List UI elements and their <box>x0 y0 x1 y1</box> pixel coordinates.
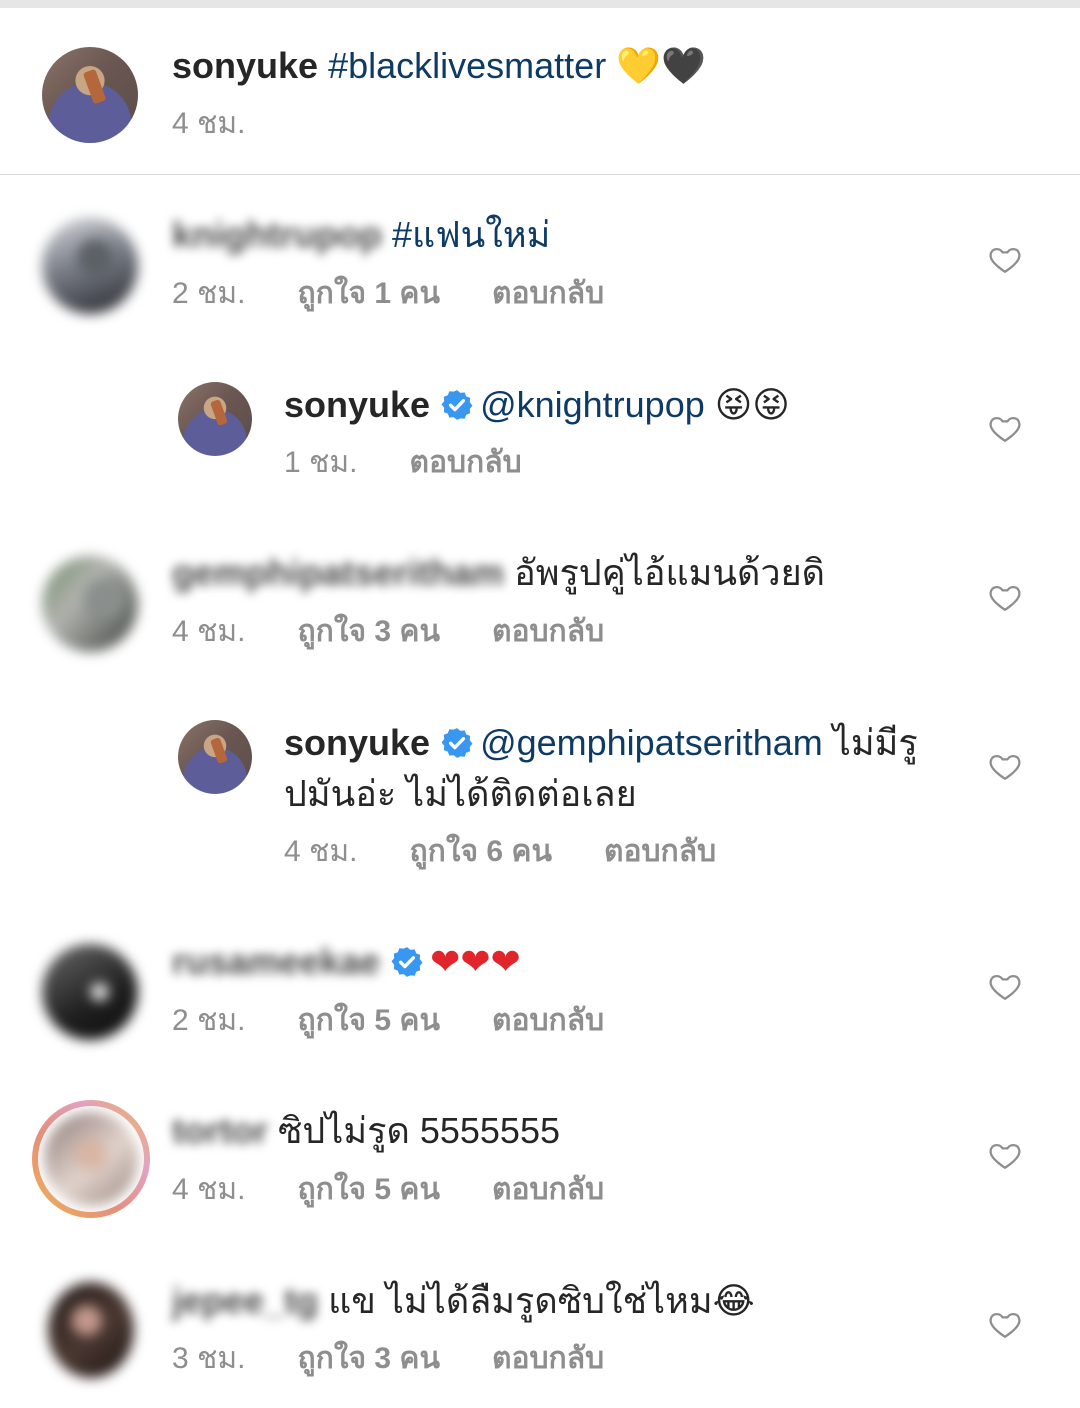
comment-hashtag[interactable]: #แฟนใหม่ <box>392 214 550 255</box>
commenter-avatar[interactable] <box>48 1282 134 1378</box>
likes-count[interactable]: ถูกใจ 6 คน <box>410 835 553 868</box>
comment-meta: 2 ชม. ถูกใจ 1 คน ตอบกลับ <box>172 276 656 312</box>
verified-badge-icon <box>441 390 473 420</box>
reply-body-continued: ปมันอ่ะ ไม่ได้ติดต่อเลย <box>284 773 637 814</box>
heart-outline-icon[interactable] <box>988 411 1022 445</box>
caption-emoji: 💛🖤 <box>616 45 706 86</box>
reply-meta: 4 ชม. ถูกใจ 6 คน ตอบกลับ <box>284 834 768 870</box>
commenter-avatar[interactable] <box>42 944 138 1040</box>
reply-body: ไม่มีรู <box>832 722 918 763</box>
reply-mention[interactable]: @gemphipatseritham <box>480 722 823 763</box>
commenter-avatar[interactable] <box>44 1112 138 1206</box>
comment-body: ซิปไม่รูด 5555555 <box>278 1110 560 1151</box>
reply-username[interactable]: sonyuke <box>284 384 430 425</box>
reply-button[interactable]: ตอบกลับ <box>492 1342 604 1375</box>
top-divider <box>0 0 1080 8</box>
reply-button[interactable]: ตอบกลับ <box>410 446 522 479</box>
heart-outline-icon[interactable] <box>988 580 1022 614</box>
caption-meta: 4 ชม. <box>172 106 298 142</box>
comment-username[interactable]: tortor <box>172 1110 268 1151</box>
comment-time: 4 ชม. <box>172 1173 246 1206</box>
reply-button[interactable]: ตอบกลับ <box>604 835 716 868</box>
reply-username[interactable]: sonyuke <box>284 722 430 763</box>
owner-avatar[interactable] <box>178 720 252 794</box>
reply-text: sonyuke @knightrupop 😝😝 <box>284 383 790 427</box>
heart-outline-icon[interactable] <box>988 242 1022 276</box>
likes-count[interactable]: ถูกใจ 3 คน <box>298 615 441 648</box>
comment-body: แข ไม่ได้ลืมรูดซิบใช่ไหม <box>328 1280 713 1321</box>
comment-meta: 4 ชม. ถูกใจ 3 คน ตอบกลับ <box>172 614 656 650</box>
commenter-avatar[interactable] <box>42 218 138 314</box>
comment-text: knightrupop #แฟนใหม่ <box>172 213 550 257</box>
heart-outline-icon[interactable] <box>988 969 1022 1003</box>
reply-mention[interactable]: @knightrupop <box>480 384 705 425</box>
comment-time: 2 ชม. <box>172 277 246 310</box>
comment-body: อัพรูปคู่ไอ้แมนด้วยดิ <box>514 552 826 593</box>
likes-count[interactable]: ถูกใจ 3 คน <box>298 1342 441 1375</box>
heart-outline-icon[interactable] <box>988 1307 1022 1341</box>
comment-emoji: ❤❤❤ <box>430 941 521 982</box>
owner-avatar[interactable] <box>178 382 252 456</box>
caption-time: 4 ชม. <box>172 107 246 140</box>
comment-text: gemphipatseritham อัพรูปคู่ไอ้แมนด้วยดิ <box>172 551 825 595</box>
reply-meta: 1 ชม. ตอบกลับ <box>284 445 574 481</box>
comment-username[interactable]: jepee_tg <box>172 1280 318 1321</box>
heart-outline-icon[interactable] <box>988 1138 1022 1172</box>
comment-time: 3 ชม. <box>172 1342 246 1375</box>
comment-username[interactable]: knightrupop <box>172 214 382 255</box>
reply-button[interactable]: ตอบกลับ <box>492 1004 604 1037</box>
comment-text: jepee_tg แข ไม่ได้ลืมรูดซิบใช่ไหม😂 <box>172 1279 755 1323</box>
comment-meta: 4 ชม. ถูกใจ 5 คน ตอบกลับ <box>172 1172 656 1208</box>
likes-count[interactable]: ถูกใจ 5 คน <box>298 1004 441 1037</box>
comment-text: tortor ซิปไม่รูด 5555555 <box>172 1109 560 1153</box>
reply-button[interactable]: ตอบกลับ <box>492 277 604 310</box>
post-caption: sonyuke #blacklivesmatter 💛🖤 4 ชม. <box>0 8 1080 175</box>
comment-meta: 2 ชม. ถูกใจ 5 คน ตอบกลับ <box>172 1003 656 1039</box>
verified-badge-icon <box>391 947 423 977</box>
reply-text-continued: ปมันอ่ะ ไม่ได้ติดต่อเลย <box>284 772 637 816</box>
heart-outline-icon[interactable] <box>988 749 1022 783</box>
comment-text: rusameekae ❤❤❤ <box>172 940 521 984</box>
reply-text: sonyuke @gemphipatseritham ไม่มีรู <box>284 721 918 765</box>
caption-text: sonyuke #blacklivesmatter 💛🖤 <box>172 44 706 88</box>
comment-meta: 3 ชม. ถูกใจ 3 คน ตอบกลับ <box>172 1341 656 1377</box>
likes-count[interactable]: ถูกใจ 5 คน <box>298 1173 441 1206</box>
likes-count[interactable]: ถูกใจ 1 คน <box>298 277 441 310</box>
commenter-avatar[interactable] <box>42 556 138 652</box>
caption-username[interactable]: sonyuke <box>172 45 318 86</box>
comment-username[interactable]: gemphipatseritham <box>172 552 504 593</box>
owner-avatar[interactable] <box>42 47 138 143</box>
reply-button[interactable]: ตอบกลับ <box>492 1173 604 1206</box>
reply-time: 4 ชม. <box>284 835 358 868</box>
comment-time: 4 ชม. <box>172 615 246 648</box>
reply-emoji: 😝😝 <box>714 384 790 425</box>
comment-emoji: 😂 <box>712 1280 755 1321</box>
caption-hashtag[interactable]: #blacklivesmatter <box>328 45 606 86</box>
reply-time: 1 ชม. <box>284 446 358 479</box>
comment-username[interactable]: rusameekae <box>172 941 380 982</box>
verified-badge-icon <box>441 728 473 758</box>
comment-time: 2 ชม. <box>172 1004 246 1037</box>
reply-button[interactable]: ตอบกลับ <box>492 615 604 648</box>
